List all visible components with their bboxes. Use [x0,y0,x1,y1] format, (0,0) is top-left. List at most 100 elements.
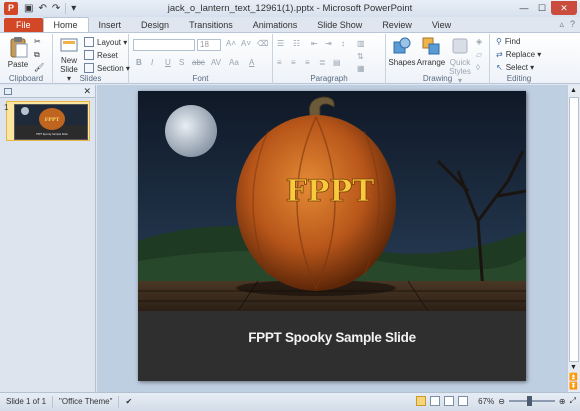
zoom-slider-knob[interactable] [526,396,532,406]
copy-icon[interactable]: ⧉ [34,50,40,60]
reading-view-icon[interactable] [444,396,455,406]
ribbon-collapse-icon[interactable]: ▵ [559,19,564,30]
underline-button[interactable]: U [165,58,171,67]
tab-home[interactable]: Home [42,17,89,32]
shapes-button[interactable]: Shapes [388,36,416,67]
columns-icon[interactable]: ▥ [357,39,365,48]
slide-caption-text[interactable]: FPPT Spooky Sample Slide [138,330,526,345]
zoom-slider[interactable] [508,396,555,406]
window-controls: — ☐ ✕ [515,1,577,15]
slides-group-label: Slides [79,74,102,83]
tab-file[interactable]: File [4,18,43,32]
paste-icon [10,37,28,58]
paste-button[interactable]: Paste [5,36,31,69]
next-slide-icon[interactable]: ⏬ [569,382,578,390]
normal-view-icon[interactable] [416,396,427,406]
slide-thumbnail[interactable]: FPPT FPPT Spooky Sample Slide [14,104,88,140]
editing-group-label: Editing [506,74,532,83]
smartart-icon[interactable]: ▦ [357,64,365,73]
text-direction-icon[interactable]: ⇅ [357,52,364,61]
change-case-button[interactable]: Aa [229,58,239,67]
close-icon[interactable]: ✕ [551,1,577,15]
maximize-icon[interactable]: ☐ [533,1,551,15]
slides-tab-icon[interactable] [4,87,12,95]
replace-button[interactable]: ⇄ Replace ▾ [496,50,541,59]
spell-check-icon[interactable]: ✔ [119,396,138,408]
grow-font-icon[interactable]: A˄ [226,39,236,48]
minimize-icon[interactable]: — [515,1,533,15]
shape-effects-icon[interactable]: ◊ [476,63,480,72]
align-right-icon[interactable]: ≡ [305,58,310,67]
font-group: 18 A˄ A˅ ⌫ B I U S abc AV Aa A Font [129,34,273,84]
clear-format-icon[interactable]: ⌫ [257,39,268,48]
previous-slide-icon[interactable]: ⏫ [569,373,578,381]
select-button[interactable]: ↖ Select ▾ [496,63,534,72]
italic-button[interactable]: I [151,58,153,67]
reset-button[interactable]: Reset [84,50,118,60]
distributed-icon[interactable]: ▤ [333,58,341,67]
thumbnail-pumpkin-text: FPPT [45,117,60,123]
align-left-icon[interactable]: ≡ [277,58,282,67]
char-spacing-button[interactable]: AV [211,58,221,67]
layout-icon [84,37,94,47]
slide-1[interactable]: FPPT FPPT Spooky Sample Slide [138,91,526,381]
quick-styles-icon [452,38,468,54]
close-pane-icon[interactable]: ✕ [83,86,91,97]
numbering-icon[interactable]: ☷ [293,39,300,48]
slides-pane: ✕ 1 FPPT FPPT Spooky Sample Slide [0,85,96,392]
shape-fill-icon[interactable]: ◈ [476,37,482,46]
tab-review[interactable]: Review [372,18,422,32]
window-title: jack_o_lantern_text_12961(1).pptx - Micr… [167,3,413,14]
font-size-select[interactable]: 18 [197,39,221,51]
replace-icon: ⇄ [496,50,503,59]
slide-sorter-view-icon[interactable] [430,396,441,406]
tab-view[interactable]: View [422,18,461,32]
thumbnail-image: FPPT FPPT Spooky Sample Slide [15,105,87,139]
clipboard-group: Paste ✂ ⧉ 🖌 Clipboard [0,34,53,84]
font-color-button[interactable]: A [249,58,254,67]
slide-show-view-icon[interactable] [458,396,469,406]
moon-icon [165,105,217,157]
arrange-button[interactable]: Arrange [416,36,446,67]
reset-icon [84,50,94,60]
tab-slide-show[interactable]: Slide Show [307,18,372,32]
zoom-in-icon[interactable]: ⊕ [559,397,566,406]
tab-insert[interactable]: Insert [89,18,132,32]
tab-design[interactable]: Design [131,18,179,32]
vertical-scrollbar[interactable]: ▲ ▼ ⏫ ⏬ [567,85,580,392]
find-button[interactable]: ⚲ Find [496,37,520,46]
section-button[interactable]: Section ▾ [84,63,130,73]
clipboard-group-label: Clipboard [8,74,44,83]
increase-indent-icon[interactable]: ⇥ [325,39,332,48]
scroll-down-icon[interactable]: ▼ [570,364,577,371]
zoom-level[interactable]: 67% [478,397,494,406]
layout-button[interactable]: Layout ▾ [84,37,127,47]
format-painter-icon[interactable]: 🖌 [34,63,44,72]
align-center-icon[interactable]: ≡ [291,58,296,67]
zoom-out-icon[interactable]: ⊖ [498,397,505,406]
drawing-group: Shapes Arrange Quick Styles ▾ ◈ ▱ ◊ Drawi… [386,34,490,85]
binoculars-icon: ⚲ [496,37,502,46]
bullets-icon[interactable]: ☰ [277,39,284,48]
justify-icon[interactable]: ≣ [319,58,326,67]
fit-to-window-icon[interactable]: ⤢ [570,396,576,406]
tab-animations[interactable]: Animations [243,18,308,32]
shape-outline-icon[interactable]: ▱ [476,50,482,59]
bold-button[interactable]: B [136,58,142,67]
tab-transitions[interactable]: Transitions [179,18,243,32]
decrease-indent-icon[interactable]: ⇤ [311,39,318,48]
drawing-group-label: Drawing [422,74,453,83]
scroll-thumb[interactable] [569,97,579,362]
cut-icon[interactable]: ✂ [34,37,41,46]
line-spacing-icon[interactable]: ↕ [341,39,345,48]
font-family-select[interactable] [133,39,195,51]
shrink-font-icon[interactable]: A˅ [241,39,251,48]
paragraph-group: ☰ ☷ ⇤ ⇥ ↕ ▥ ≡ ≡ ≡ ≣ ▤ ⇅ ▦ Paragraph [273,34,386,84]
strikethrough-button[interactable]: abc [192,58,205,67]
scroll-up-icon[interactable]: ▲ [570,87,577,94]
view-zoom-controls: 67% ⊖ ⊕ ⤢ [416,396,576,406]
help-icon[interactable]: ? [570,19,575,30]
arrange-icon [422,37,440,55]
shadow-button[interactable]: S [179,58,184,67]
title-bar: P ▣ ↶ ↷ ▾ jack_o_lantern_text_12961(1).p… [0,0,580,17]
